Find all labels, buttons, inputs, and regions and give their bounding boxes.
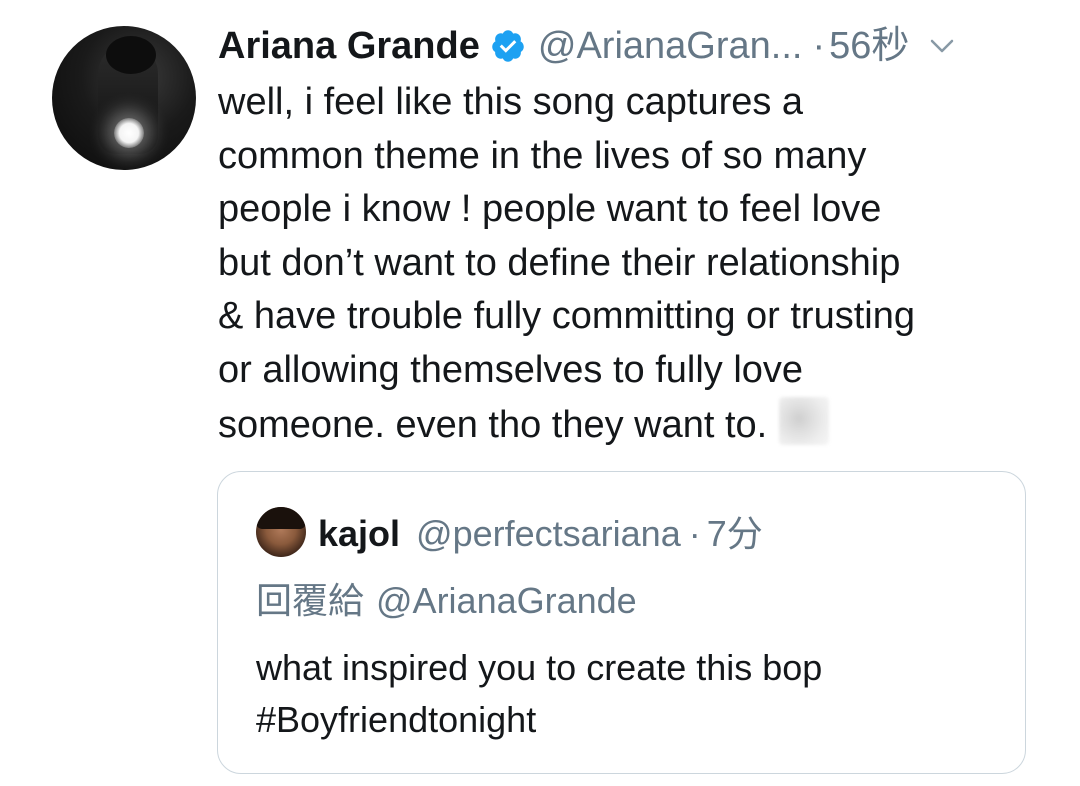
tweet-text-line: & have trouble fully committing or trust… <box>218 295 915 337</box>
quoted-header-separator: · <box>688 513 701 554</box>
tweet-header: Ariana Grande @ArianaGran... · 56秒 <box>218 22 957 70</box>
quoted-tweet-timestamp[interactable]: 7分 <box>707 510 763 558</box>
tweet-text-line-last: someone. even tho they want to. <box>218 397 1038 453</box>
reply-prefix: 回覆給 <box>256 580 365 621</box>
tweet-text-line-content: someone. even tho they want to. <box>218 404 768 446</box>
author-avatar[interactable] <box>52 26 196 170</box>
quoted-text-line: what inspired you to create this bop <box>256 647 823 688</box>
author-name[interactable]: Ariana Grande <box>218 22 480 70</box>
tweet-text: well, i feel like this song captures a c… <box>218 76 1038 453</box>
quoted-tweet-text: what inspired you to create this bop #Bo… <box>256 642 822 746</box>
quoted-avatar-hair <box>256 507 306 529</box>
quoted-author-handle[interactable]: @perfectsariana <box>416 510 681 558</box>
tweet-text-line: well, i feel like this song captures a <box>218 81 804 123</box>
verified-badge-icon <box>492 30 524 62</box>
quoted-tweet-card[interactable]: kajol @perfectsariana · 7分 回覆給 @ArianaGra… <box>217 471 1026 774</box>
quoted-hashtag-line[interactable]: #Boyfriendtonight <box>256 694 822 746</box>
tweet-text-line: but don’t want to define their relations… <box>218 241 901 284</box>
quoted-author-avatar[interactable] <box>256 507 306 557</box>
tweet-text-line: or allowing themselves to fully love <box>218 348 804 391</box>
author-handle[interactable]: @ArianaGran... <box>538 22 803 70</box>
tweet-timestamp[interactable]: 56秒 <box>829 22 909 70</box>
reply-to-handle[interactable]: @ArianaGrande <box>376 580 637 621</box>
chevron-down-icon[interactable] <box>927 31 957 61</box>
quoted-author-name[interactable]: kajol <box>318 510 400 558</box>
blurred-emoji-icon <box>779 397 830 445</box>
tweet-text-line: common theme in the lives of so many <box>218 134 867 177</box>
avatar-light-orb <box>114 118 144 148</box>
quoted-tweet-header: kajol @perfectsariana · 7分 <box>318 510 763 558</box>
avatar-hair <box>106 36 156 74</box>
reply-context: 回覆給 @ArianaGrande <box>256 577 637 625</box>
header-separator: · <box>812 25 826 67</box>
tweet-text-line: people i know ! people want to feel love <box>218 188 882 230</box>
